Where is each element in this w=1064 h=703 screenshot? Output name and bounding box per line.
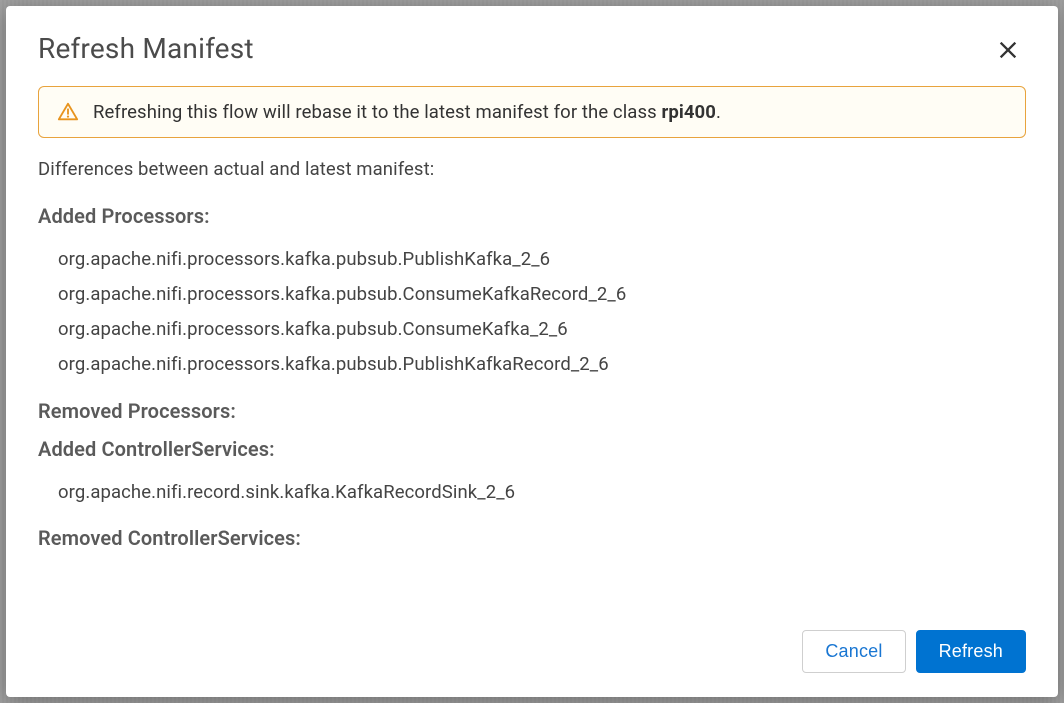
refresh-button[interactable]: Refresh — [916, 630, 1026, 673]
close-icon — [997, 39, 1019, 61]
intro-text: Differences between actual and latest ma… — [38, 158, 1026, 180]
alert-text: Refreshing this flow will rebase it to t… — [93, 101, 721, 123]
refresh-manifest-modal: Refresh Manifest Refreshing this flow wi… — [6, 6, 1058, 697]
list-item: org.apache.nifi.processors.kafka.pubsub.… — [58, 277, 1026, 312]
added-processors-list: org.apache.nifi.processors.kafka.pubsub.… — [38, 242, 1026, 383]
list-item: org.apache.nifi.processors.kafka.pubsub.… — [58, 347, 1026, 382]
alert-prefix: Refreshing this flow will rebase it to t… — [93, 101, 661, 123]
alert-suffix: . — [716, 101, 721, 123]
cancel-button[interactable]: Cancel — [802, 630, 905, 673]
removed-controller-services-heading: Removed ControllerServices: — [38, 526, 1026, 550]
warning-icon — [57, 101, 79, 123]
modal-header: Refresh Manifest — [38, 32, 1026, 68]
warning-alert: Refreshing this flow will rebase it to t… — [38, 86, 1026, 138]
list-item: org.apache.nifi.processors.kafka.pubsub.… — [58, 312, 1026, 347]
removed-processors-heading: Removed Processors: — [38, 399, 1026, 423]
modal-footer: Cancel Refresh — [38, 606, 1026, 673]
list-item: org.apache.nifi.processors.kafka.pubsub.… — [58, 242, 1026, 277]
added-processors-heading: Added Processors: — [38, 204, 1026, 228]
modal-title: Refresh Manifest — [38, 32, 254, 65]
list-item: org.apache.nifi.record.sink.kafka.KafkaR… — [58, 475, 1026, 510]
added-controller-services-list: org.apache.nifi.record.sink.kafka.KafkaR… — [38, 475, 1026, 510]
added-controller-services-heading: Added ControllerServices: — [38, 437, 1026, 461]
modal-body: Refreshing this flow will rebase it to t… — [38, 86, 1026, 606]
alert-class-name: rpi400 — [661, 101, 716, 123]
close-button[interactable] — [990, 32, 1026, 68]
